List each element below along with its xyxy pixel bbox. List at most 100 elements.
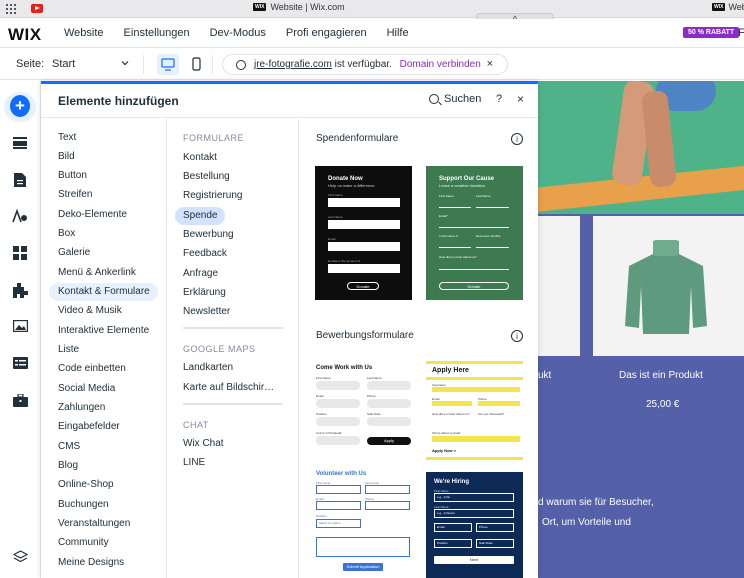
- desktop-view-button[interactable]: [157, 54, 179, 75]
- cms-button[interactable]: [10, 353, 30, 373]
- thumb-field: [432, 401, 472, 406]
- category-galerie[interactable]: Galerie: [49, 244, 90, 262]
- item-anfrage[interactable]: Anfrage: [175, 265, 218, 283]
- category-streifen[interactable]: Streifen: [49, 186, 92, 204]
- plus-icon: +: [10, 95, 30, 117]
- portfolio-button[interactable]: [10, 390, 30, 410]
- category-veranstaltungen[interactable]: Veranstaltungen: [49, 515, 130, 533]
- thumb-field: [439, 199, 471, 208]
- item-spende[interactable]: Spende: [175, 207, 226, 225]
- category-meine-designs[interactable]: Meine Designs: [49, 554, 124, 572]
- item-bewerbung[interactable]: Bewerbung: [175, 226, 234, 244]
- thumb-title: Volunteer with Us: [316, 471, 367, 477]
- hero-image: [538, 81, 744, 214]
- item-landkarten[interactable]: Landkarten: [175, 359, 233, 377]
- category-video-musik[interactable]: Video & Musik: [49, 302, 122, 320]
- discount-badge[interactable]: 50 % RABATT: [683, 27, 740, 38]
- domain-banner: jre-fotografie.com ist verfügbar. Domain…: [222, 54, 508, 75]
- work-with-us-form-thumbnail[interactable]: Come Work with Us First Name Last Name E…: [315, 361, 412, 465]
- item-registrierung[interactable]: Registrierung: [175, 187, 242, 205]
- apps-button[interactable]: [10, 243, 30, 263]
- thumb-button: Donate: [439, 282, 509, 290]
- thumb-title: Donate Now: [328, 176, 363, 182]
- apply-here-form-thumbnail[interactable]: Apply Here Username Email Phone How did …: [426, 361, 523, 465]
- domain-link[interactable]: jre-fotografie.com: [254, 59, 332, 70]
- product-card[interactable]: [593, 216, 744, 356]
- left-toolbar: +: [0, 81, 41, 578]
- category-text[interactable]: Text: [49, 129, 76, 147]
- layers-button[interactable]: [10, 547, 30, 567]
- business-apps-button[interactable]: [10, 280, 30, 300]
- menu-profi-engagieren[interactable]: Profi engagieren: [286, 27, 367, 39]
- add-elements-button[interactable]: +: [10, 95, 30, 117]
- thumb-placeholder: e.g., John: [437, 495, 451, 499]
- menu-dev-modus[interactable]: Dev-Modus: [210, 27, 266, 39]
- category-menue-ankerlink[interactable]: Menü & Ankerlink: [49, 264, 136, 282]
- menu-einstellungen[interactable]: Einstellungen: [124, 27, 190, 39]
- item-line[interactable]: LINE: [175, 454, 205, 472]
- thumb-label: Email: [328, 237, 336, 241]
- category-buchungen[interactable]: Buchungen: [49, 496, 109, 514]
- sections-button[interactable]: [10, 133, 30, 153]
- category-zahlungen[interactable]: Zahlungen: [49, 399, 105, 417]
- item-kontakt[interactable]: Kontakt: [175, 149, 217, 167]
- body-text: d warum sie für Besucher,: [538, 497, 654, 508]
- category-bild[interactable]: Bild: [49, 148, 75, 166]
- top-menu: Website Einstellungen Dev-Modus Profi en…: [64, 27, 429, 39]
- item-bestellung[interactable]: Bestellung: [175, 168, 230, 186]
- close-icon[interactable]: ×: [487, 58, 493, 70]
- menu-website[interactable]: Website: [64, 27, 104, 39]
- connect-domain-link[interactable]: Domain verbinden: [400, 59, 481, 70]
- info-icon[interactable]: i: [511, 133, 523, 145]
- donate-now-form-thumbnail[interactable]: Donate Now Help us make a difference. Fi…: [315, 166, 412, 300]
- search-button[interactable]: Suchen: [429, 93, 481, 105]
- divider: [143, 55, 144, 74]
- hiring-form-thumbnail[interactable]: We're Hiring First Name e.g., John Last …: [426, 472, 523, 578]
- category-box[interactable]: Box: [49, 225, 75, 243]
- editor-canvas[interactable]: ukt Das ist ein Produkt 25,00 € d warum …: [538, 81, 744, 578]
- second-tab[interactable]: WIX Website: [712, 2, 744, 12]
- close-icon[interactable]: ×: [517, 92, 524, 106]
- thumb-button: Apply Now >: [432, 448, 457, 453]
- item-feedback[interactable]: Feedback: [175, 245, 227, 263]
- help-icon[interactable]: ?: [496, 93, 502, 105]
- item-erklaerung[interactable]: Erklärung: [175, 284, 226, 302]
- category-social-media[interactable]: Social Media: [49, 380, 115, 398]
- thumb-label: Position: [316, 514, 327, 518]
- support-cause-form-thumbnail[interactable]: Support Our Cause Leave a creative donat…: [426, 166, 523, 300]
- thumb-label: Donate in the amount of: [328, 259, 361, 263]
- category-interaktive-elemente[interactable]: Interaktive Elemente: [49, 322, 149, 340]
- overflow-text[interactable]: F: [738, 27, 744, 39]
- page-select[interactable]: Start: [52, 58, 130, 70]
- info-icon[interactable]: i: [511, 330, 523, 342]
- thumb-label: Recurrent monthly: [476, 234, 501, 238]
- wix-logo[interactable]: WIX: [8, 25, 42, 45]
- thumb-label: Email*: [439, 214, 448, 218]
- category-online-shop[interactable]: Online-Shop: [49, 476, 114, 494]
- category-code-einbetten[interactable]: Code einbetten: [49, 360, 126, 378]
- product-card[interactable]: [538, 216, 580, 356]
- category-community[interactable]: Community: [49, 534, 109, 552]
- design-button[interactable]: [10, 206, 30, 226]
- item-karte-bildschirm[interactable]: Karte auf Bildschir…: [175, 379, 274, 397]
- category-cms[interactable]: CMS: [49, 438, 80, 456]
- category-deko-elemente[interactable]: Deko-Elemente: [49, 206, 127, 224]
- menu-hilfe[interactable]: Hilfe: [387, 27, 409, 39]
- item-wix-chat[interactable]: Wix Chat: [175, 435, 224, 453]
- media-button[interactable]: [10, 316, 30, 336]
- volunteer-form-thumbnail[interactable]: Volunteer with Us First name Last name E…: [315, 467, 412, 578]
- category-eingabefelder[interactable]: Eingabefelder: [49, 418, 120, 436]
- pages-button[interactable]: [10, 170, 30, 190]
- apps-grid-icon[interactable]: [6, 4, 16, 14]
- mobile-view-button[interactable]: [186, 54, 208, 75]
- thumb-field: [328, 242, 400, 251]
- thumb-subtitle: Leave a creative donation: [439, 183, 485, 188]
- item-newsletter[interactable]: Newsletter: [175, 303, 230, 321]
- category-button[interactable]: Button: [49, 167, 87, 185]
- youtube-icon[interactable]: [31, 4, 43, 13]
- category-blog[interactable]: Blog: [49, 457, 78, 475]
- active-tab[interactable]: WIX Website | Wix.com: [253, 2, 345, 12]
- category-kontakt-formulare[interactable]: Kontakt & Formulare: [49, 283, 158, 301]
- thumb-title: Come Work with Us: [316, 365, 373, 371]
- category-liste[interactable]: Liste: [49, 341, 79, 359]
